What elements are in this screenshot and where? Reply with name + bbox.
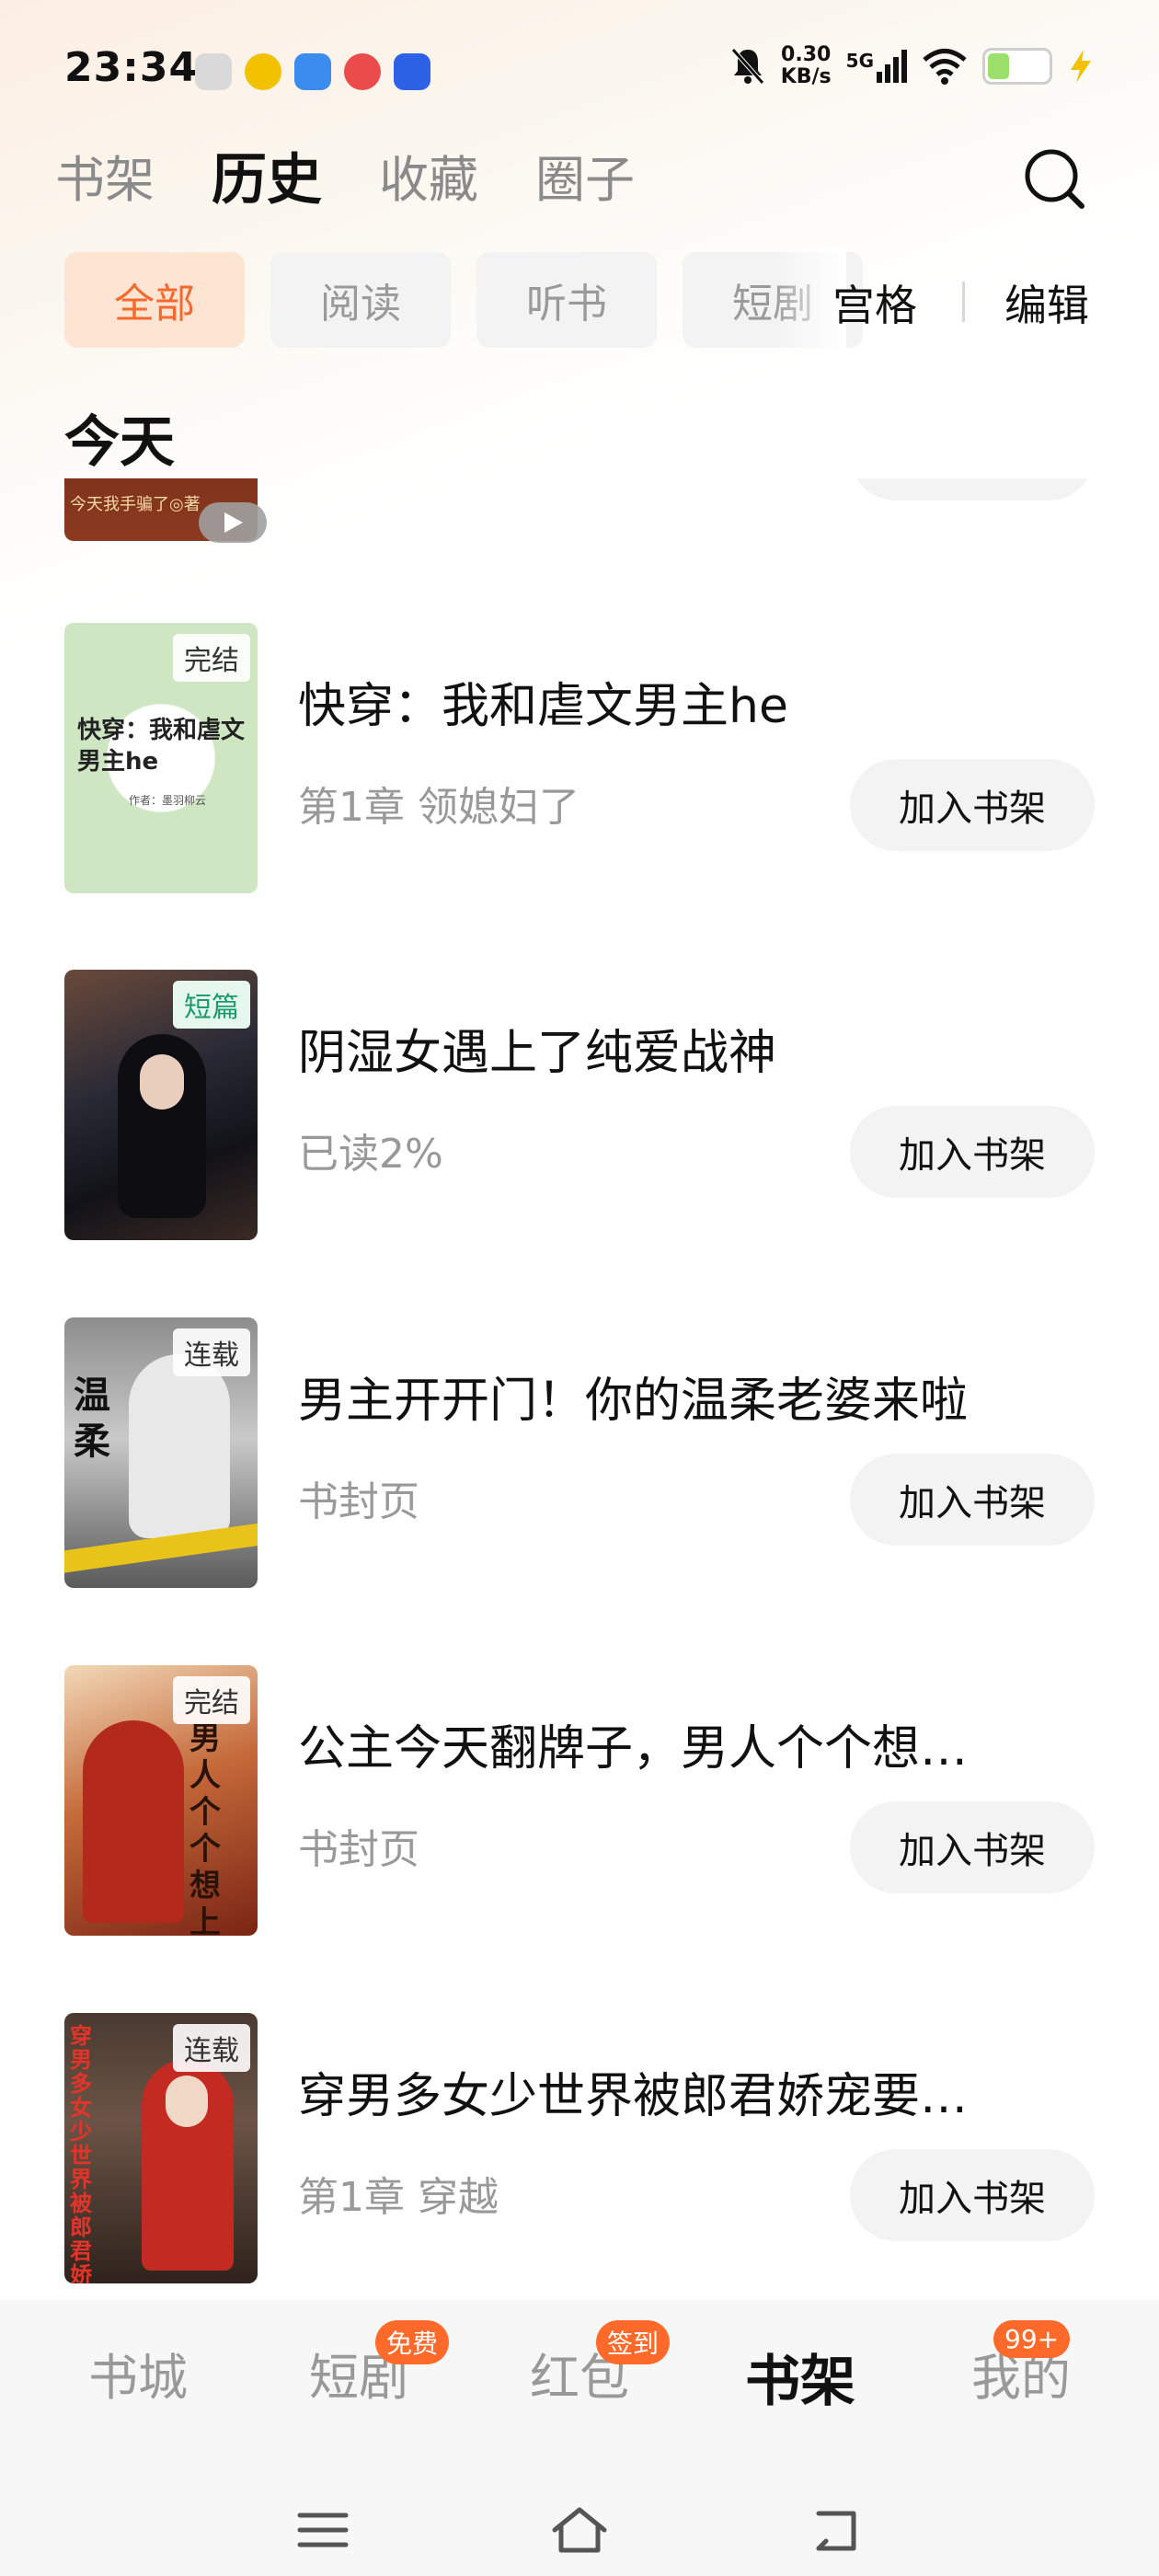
add-to-shelf-button[interactable] [850, 478, 1095, 500]
toolbar-divider [962, 282, 965, 322]
cover-face [140, 1054, 184, 1110]
history-page: 23:34 0.30 KB/s 5G 书架 历史 收藏 圈子 全部 阅读 听书 … [0, 0, 1159, 2576]
network-speed-value: 0.30 [781, 43, 832, 66]
book-cover: 男人个个想上位 完结 [64, 1665, 258, 1936]
book-title[interactable]: 穿男多女少世界被郎君娇宠要… [298, 2057, 1025, 2126]
cover-figure [83, 1720, 184, 1923]
nav-red-packet[interactable]: 红包 签到 [469, 2320, 690, 2417]
chat-app-icon [344, 53, 381, 90]
cover-author-text: 今天我手骗了◎著 [70, 495, 201, 514]
nav-badge-count: 99+ [993, 2320, 1071, 2358]
status-badge: 短篇 [173, 981, 250, 1029]
list-item-partial[interactable]: 今天我手骗了◎著 [0, 478, 1159, 546]
book-progress: 书封页 [298, 1826, 419, 1873]
grid-view-button[interactable]: 宫格 [832, 272, 917, 333]
cover-figure [129, 1354, 230, 1538]
add-to-shelf-button[interactable]: 加入书架 [850, 1106, 1095, 1198]
charging-icon [1071, 50, 1091, 83]
status-badge: 连载 [173, 2024, 250, 2072]
status-app-icons [195, 53, 430, 90]
bottom-nav: 书城 短剧 免费 红包 签到 书架 我的 99+ [0, 2300, 1159, 2576]
book-cover: 温柔 连载 [64, 1317, 258, 1588]
music-app-icon [245, 53, 281, 90]
add-to-shelf-button[interactable]: 加入书架 [850, 2149, 1095, 2241]
edit-button[interactable]: 编辑 [1004, 272, 1089, 333]
cellular-signal-icon: 5G [846, 50, 907, 83]
tab-favorites[interactable]: 收藏 [379, 139, 478, 212]
cover-author-text: 作者：墨羽柳云 [129, 794, 207, 807]
home-icon[interactable] [547, 2502, 612, 2558]
list-item[interactable]: 快穿：我和虐文男主he 作者：墨羽柳云 完结 快穿：我和虐文男主he 第1章 领… [0, 623, 1159, 899]
add-to-shelf-button[interactable]: 加入书架 [850, 1454, 1095, 1546]
battery-icon [982, 48, 1052, 85]
bottom-nav-items: 书城 短剧 免费 红包 签到 书架 我的 99+ [0, 2320, 1159, 2417]
filter-all[interactable]: 全部 [64, 252, 245, 348]
add-to-shelf-button[interactable]: 加入书架 [850, 759, 1095, 851]
nav-badge-free: 免费 [375, 2320, 450, 2364]
book-progress: 已读2% [298, 1131, 443, 1178]
top-tabs: 书架 历史 收藏 圈子 [55, 133, 635, 216]
filter-chips: 全部 阅读 听书 短剧 [64, 252, 863, 348]
book-cover: 短篇 [64, 970, 258, 1240]
play-icon[interactable] [199, 502, 267, 543]
cover-title-text: 穿男多女少世界被郎君娇宠躺平 [70, 2023, 92, 2283]
book-title[interactable]: 阴湿女遇上了纯爱战神 [298, 1014, 1025, 1083]
filter-audiobook[interactable]: 听书 [476, 252, 657, 348]
status-badge: 完结 [173, 634, 250, 682]
history-list: 今天我手骗了◎著 快穿：我和虐文男主he 作者：墨羽柳云 完结 快穿：我和虐文男… [0, 478, 1159, 2300]
add-to-shelf-button[interactable]: 加入书架 [850, 1801, 1095, 1893]
nav-label: 书城 [88, 2349, 188, 2407]
book-title[interactable]: 公主今天翻牌子，男人个个想… [298, 1709, 1025, 1778]
network-type: 5G [845, 50, 874, 72]
list-item[interactable]: 温柔 连载 男主开开门！你的温柔老婆来啦 书封页 加入书架 [0, 1317, 1159, 1593]
battery-level-fill [988, 53, 1010, 79]
tab-circles[interactable]: 圈子 [535, 139, 635, 212]
status-indicators: 0.30 KB/s 5G [729, 44, 1095, 88]
wifi-icon [923, 49, 967, 85]
status-bar: 23:34 0.30 KB/s 5G [0, 0, 1159, 138]
book-cover: 穿男多女少世界被郎君娇宠躺平 连载 [64, 2013, 258, 2283]
list-item[interactable]: 短篇 阴湿女遇上了纯爱战神 已读2% 加入书架 [0, 970, 1159, 1246]
docs-app-icon [294, 53, 331, 90]
settings-app-icon [195, 53, 232, 90]
book-progress: 书封页 [298, 1478, 419, 1525]
tab-bookshelf[interactable]: 书架 [55, 139, 155, 212]
book-title[interactable]: 男主开开门！你的温柔老婆来啦 [298, 1362, 1025, 1431]
section-title-today: 今天 [64, 410, 175, 475]
cover-face [166, 2076, 208, 2127]
nav-bookstore[interactable]: 书城 [28, 2337, 248, 2417]
nav-short-drama[interactable]: 短剧 免费 [248, 2320, 469, 2417]
book-cover: 快穿：我和虐文男主he 作者：墨羽柳云 完结 [64, 623, 258, 893]
status-time: 23:34 [64, 44, 199, 91]
tab-history[interactable]: 历史 [212, 135, 322, 215]
cover-title-text: 男人个个想上位 [189, 1720, 221, 1936]
cover-title-text: 温柔 [74, 1374, 110, 1463]
nav-profile[interactable]: 我的 99+ [911, 2320, 1131, 2417]
network-speed: 0.30 KB/s [781, 44, 832, 88]
network-speed-unit: KB/s [780, 65, 832, 88]
menu-icon[interactable] [291, 2502, 355, 2558]
search-icon[interactable] [1021, 145, 1087, 212]
nav-bookshelf[interactable]: 书架 [690, 2337, 911, 2417]
back-icon[interactable] [804, 2502, 868, 2558]
book-title[interactable]: 快穿：我和虐文男主he [298, 667, 1025, 736]
list-item[interactable]: 穿男多女少世界被郎君娇宠躺平 连载 穿男多女少世界被郎君娇宠要… 第1章 穿越 … [0, 2013, 1159, 2289]
mute-bell-icon [730, 48, 764, 85]
status-badge: 连载 [173, 1328, 250, 1376]
filter-reading[interactable]: 阅读 [270, 252, 451, 348]
nav-label: 书架 [745, 2350, 855, 2414]
nav-badge-checkin: 签到 [596, 2320, 671, 2364]
book-progress: 第1章 领媳妇了 [298, 784, 580, 831]
book-progress: 第1章 穿越 [298, 2174, 499, 2221]
list-item[interactable]: 男人个个想上位 完结 公主今天翻牌子，男人个个想… 书封页 加入书架 [0, 1665, 1159, 1941]
baidu-app-icon [394, 53, 430, 90]
cover-title-text: 快穿：我和虐文男主he [77, 717, 246, 776]
system-navigation-bar [0, 2484, 1159, 2576]
status-badge: 完结 [173, 1676, 250, 1724]
